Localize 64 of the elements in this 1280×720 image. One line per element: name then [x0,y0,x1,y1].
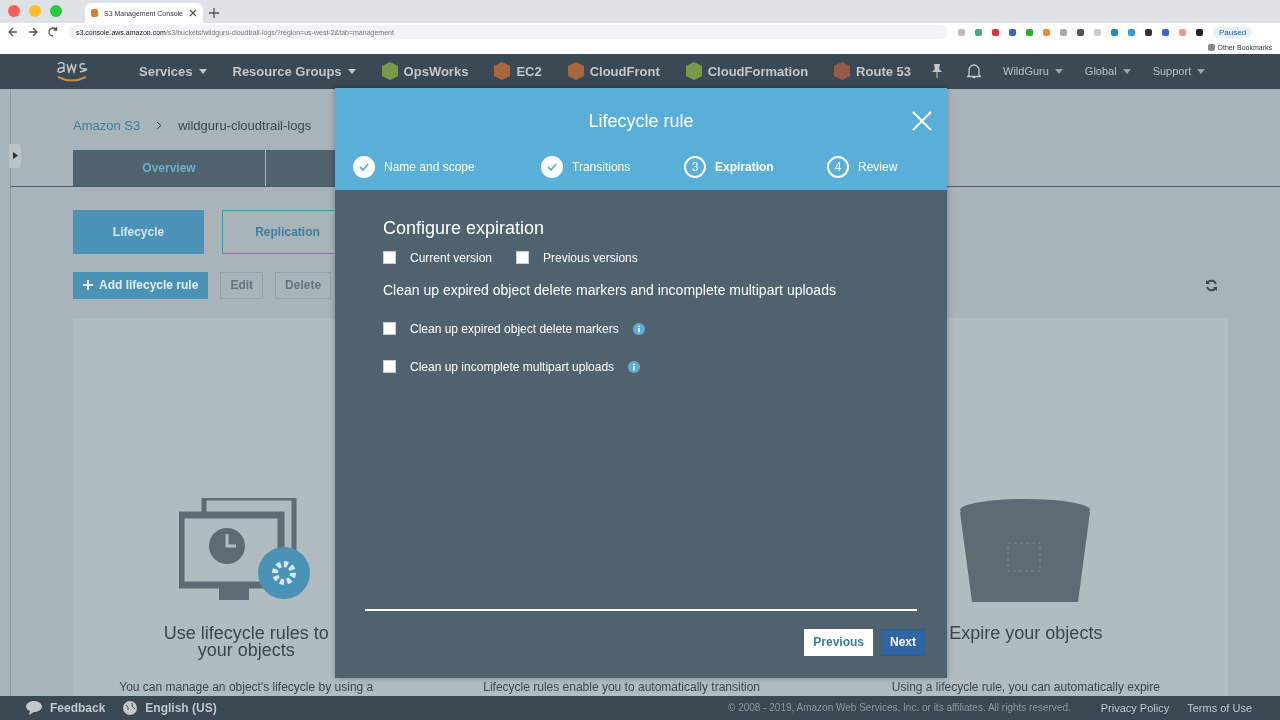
footer-link[interactable]: Terms of Use [1187,701,1252,714]
triangle-icon [12,152,18,160]
intro-heading: Expire your objects [949,624,1103,642]
checkbox-label: Clean up expired object delete markers [410,321,619,336]
sidebar-toggle[interactable] [9,143,21,168]
checkbox[interactable] [383,251,396,265]
account-menu[interactable]: WildGuru [1003,65,1063,78]
globe-icon [123,700,138,715]
language-selector[interactable]: English (US) [145,700,217,715]
plus-icon [83,280,93,291]
caret-icon [1054,68,1063,74]
plus-icon[interactable] [209,8,219,19]
feedback-link[interactable]: Feedback [50,700,106,715]
extension-icon[interactable] [1196,28,1203,36]
speech-bubble-icon [26,700,42,715]
caret-icon [347,68,356,74]
caret-icon [1122,68,1131,74]
back-arrow-icon[interactable] [8,27,18,38]
checkbox[interactable] [383,322,396,336]
folder-icon [1207,43,1215,51]
refresh-icon[interactable] [1205,278,1218,292]
forward-arrow-icon[interactable] [28,27,38,38]
intro-heading: Use lifecycle rules to [163,624,329,642]
service-shortcut[interactable]: Route 53 [834,62,911,81]
info-icon[interactable] [628,360,641,373]
pin-icon[interactable] [931,64,943,79]
service-shortcut[interactable]: EC2 [494,62,542,81]
step-indicator: 3 [684,155,706,178]
dialog-button[interactable]: Next [881,628,925,656]
chevron-icon [156,121,163,131]
footer-link[interactable]: Privacy Policy [1100,701,1170,714]
checkbox-label: Current version [410,250,493,265]
bell-icon[interactable] [967,63,981,80]
nav-menu[interactable]: Services [139,63,207,79]
profile-button[interactable]: Paused [1213,26,1253,38]
account-menu[interactable]: Support [1152,65,1206,78]
extension-icon[interactable] [1145,28,1152,36]
close-icon[interactable] [189,9,197,18]
checkbox[interactable] [516,251,530,265]
intro-text: Lifecycle rules enable you to automatically transition [483,679,761,696]
logo-icon[interactable] [55,59,89,84]
intro-text: Using a lifecycle rule, you can automatically expire [891,679,1160,696]
section-heading: Configure expiration [383,217,546,239]
action-button[interactable]: Add lifecycle rule [73,271,209,299]
checkbox-label: Clean up incomplete multipart uploads [410,359,615,374]
account-menu[interactable]: Global [1084,65,1131,78]
service-shortcut[interactable]: OpsWorks [381,62,469,81]
extension-icon[interactable] [1077,28,1084,36]
caret-icon [1197,68,1206,74]
intro-text: You can manage an object's lifecycle by using a [119,679,374,696]
service-shortcut[interactable]: CloudFront [567,62,660,81]
breadcrumb-current: wildguru-cloudtrail-logs [178,118,312,134]
nav-menu[interactable]: Resource Groups [232,63,356,79]
step-indicator: 4 [827,155,849,178]
checkbox-label: Previous versions [543,250,638,265]
copyright-text: © 2008 - 2019, Amazon Web Services, Inc. or its affiliates. All rights reserved. [728,702,1071,714]
caret-icon [198,68,207,74]
reload-icon[interactable] [48,27,58,38]
section-heading: Clean up expired object delete markers and incomplete multipart uploads [383,282,837,298]
service-shortcut[interactable]: CloudFormation [685,62,809,81]
dialog-button[interactable]: Previous [804,628,873,656]
info-icon[interactable] [632,322,645,335]
checkbox[interactable] [383,360,396,374]
dialog-title: Lifecycle rule [588,111,694,133]
